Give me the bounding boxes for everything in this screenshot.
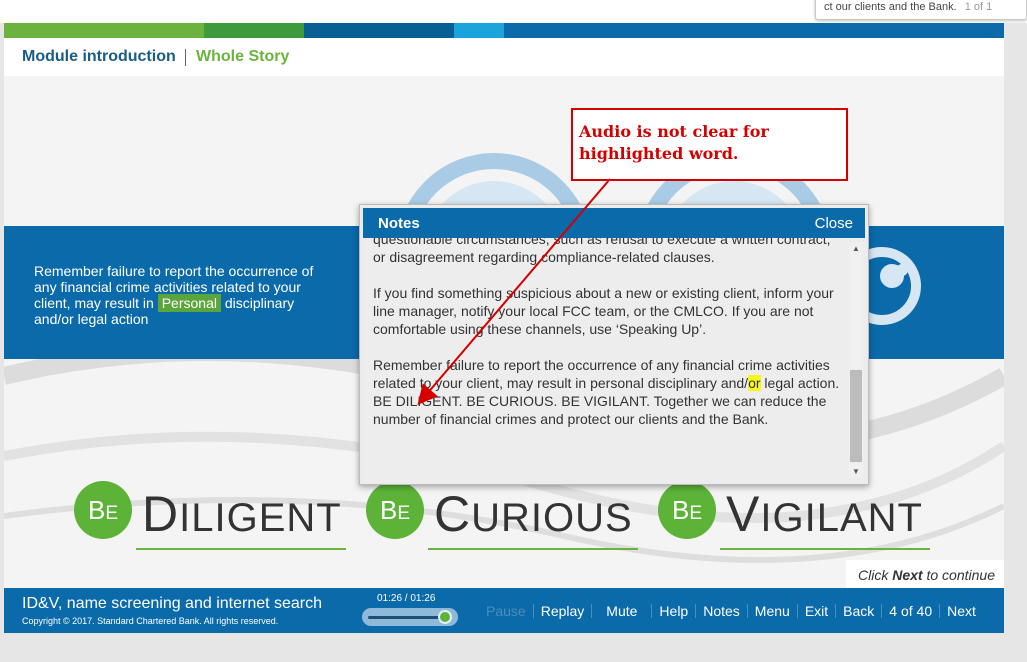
message-panel: Remember failure to report the occurrenc… [4, 226, 360, 359]
message-text: Remember failure to report the occurrenc… [34, 263, 314, 327]
annotation-text: Audio is not clear for highlighted word. [579, 122, 769, 163]
timecode: 01:26 / 01:26 [377, 593, 436, 604]
page-margin [1004, 23, 1027, 662]
click-next-hint: Click Next to continue [846, 560, 1004, 588]
notes-paragraph: Remember failure to report the occurrenc… [373, 357, 840, 391]
next-button[interactable]: Next [940, 603, 983, 619]
tooltip-text: ct our clients and the Bank. [824, 1, 957, 13]
back-button[interactable]: Back [836, 603, 881, 619]
color-bar [4, 23, 1004, 38]
pause-button[interactable]: Pause [479, 603, 533, 619]
person-icon [843, 247, 921, 325]
module-nav-header: Module introduction Whole Story [4, 38, 1004, 76]
be-badge: BE [366, 481, 424, 539]
annotation-callout: Audio is not clear for highlighted word. [571, 108, 848, 181]
progress-scrubber[interactable] [362, 608, 458, 626]
scrollbar-thumb[interactable] [850, 370, 862, 462]
right-blue-panel [843, 226, 1004, 359]
underline [136, 548, 346, 550]
copyright: Copyright © 2017. Standard Chartered Ban… [22, 616, 279, 626]
underline [428, 548, 638, 550]
help-button[interactable]: Help [652, 603, 695, 619]
notes-body[interactable]: questionable circumstances, such as refu… [363, 238, 865, 482]
player-controls: Pause Replay Mute Help Notes Menu Exit B… [479, 601, 983, 621]
scroll-up-arrow-icon[interactable]: ▲ [852, 244, 860, 253]
underline [720, 548, 930, 550]
be-diligent: BE DILIGENT [74, 481, 364, 551]
notes-dialog: Notes Close questionable circumstances, … [359, 204, 869, 485]
notes-title: Notes [378, 215, 420, 232]
notes-paragraph: questionable circumstances, such as refu… [373, 238, 831, 265]
replay-button[interactable]: Replay [534, 603, 592, 619]
be-word-vigilant: VIGILANT [726, 486, 923, 542]
notes-button[interactable]: Notes [696, 603, 747, 619]
notes-header: Notes Close [363, 208, 865, 238]
scrub-handle[interactable] [438, 610, 452, 624]
notes-paragraph: If you find something suspicious about a… [373, 285, 834, 337]
be-curious: BE CURIOUS [366, 481, 656, 551]
course-title: ID&V, name screening and internet search [22, 595, 323, 612]
notes-scrollbar[interactable]: ▲ ▼ [849, 242, 863, 478]
whole-story-link[interactable]: Whole Story [196, 48, 289, 66]
exit-button[interactable]: Exit [798, 603, 835, 619]
scroll-down-arrow-icon[interactable]: ▼ [852, 467, 860, 476]
search-tooltip: ct our clients and the Bank. 1 of 1 [815, 0, 1027, 20]
player-footer: ID&V, name screening and internet search… [4, 588, 1004, 633]
be-badge: BE [74, 481, 132, 539]
be-word-diligent: DILIGENT [142, 486, 342, 542]
be-vigilant: BE VIGILANT [658, 481, 948, 551]
be-word-curious: CURIOUS [434, 486, 633, 542]
mute-button[interactable]: Mute [592, 603, 651, 619]
progress-fill [368, 616, 445, 619]
module-introduction-link[interactable]: Module introduction [22, 48, 176, 66]
nav-divider [185, 49, 186, 66]
menu-button[interactable]: Menu [748, 603, 797, 619]
tooltip-count: 1 of 1 [964, 1, 993, 13]
notes-text: questionable circumstances, such as refu… [373, 238, 843, 428]
be-badge: BE [658, 481, 716, 539]
page-counter: 4 of 40 [889, 603, 933, 619]
notes-close-button[interactable]: Close [815, 215, 853, 232]
highlighted-word: or [748, 375, 761, 391]
highlighted-word: Personal [157, 294, 221, 312]
notes-paragraph: BE DILIGENT. BE CURIOUS. BE VIGILANT. To… [373, 393, 827, 427]
